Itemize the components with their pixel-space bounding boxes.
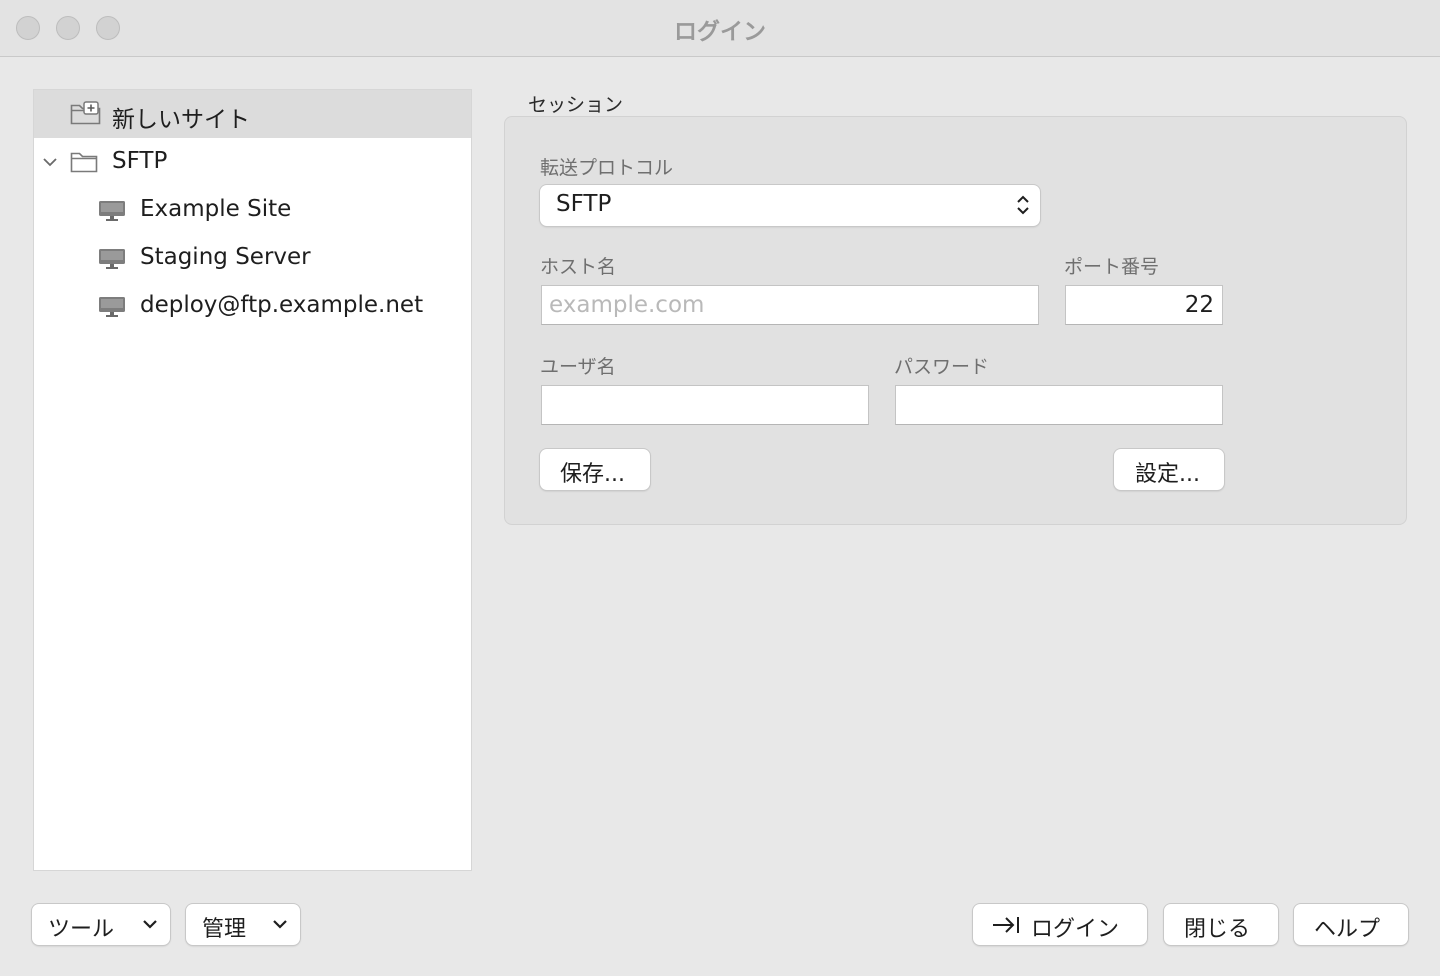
tree-item-site[interactable]: Example Site bbox=[34, 186, 471, 234]
port-label: ポート番号 bbox=[1064, 256, 1160, 278]
save-button-label: 保存... bbox=[560, 462, 625, 487]
password-input[interactable] bbox=[895, 385, 1223, 425]
port-value: 22 bbox=[1184, 292, 1214, 318]
select-arrows-icon bbox=[1017, 195, 1029, 215]
computer-icon bbox=[99, 249, 125, 269]
settings-button[interactable]: 設定... bbox=[1114, 449, 1224, 490]
save-button[interactable]: 保存... bbox=[540, 449, 650, 490]
username-input[interactable] bbox=[541, 385, 869, 425]
tools-button-label: ツール bbox=[48, 917, 115, 942]
site-tree[interactable]: 新しいサイト SFTP Example Site Staging Server … bbox=[33, 89, 472, 871]
manage-button-label: 管理 bbox=[202, 917, 247, 942]
session-group-title: セッション bbox=[528, 94, 624, 116]
chevron-down-icon bbox=[273, 920, 287, 929]
chevron-down-icon bbox=[143, 920, 157, 929]
protocol-select-value: SFTP bbox=[556, 191, 612, 217]
login-button-label: ログイン bbox=[1031, 917, 1120, 942]
manage-menu-button[interactable]: 管理 bbox=[186, 904, 300, 945]
help-button[interactable]: ヘルプ bbox=[1294, 904, 1408, 945]
tree-label-site: Example Site bbox=[140, 196, 292, 222]
help-button-label: ヘルプ bbox=[1314, 917, 1381, 942]
tools-menu-button[interactable]: ツール bbox=[32, 904, 170, 945]
password-label: パスワード bbox=[894, 356, 990, 378]
new-site-folder-icon bbox=[70, 101, 101, 125]
computer-icon bbox=[99, 297, 125, 317]
tree-label-site: deploy@ftp.example.net bbox=[140, 292, 424, 318]
arrow-right-to-bar-icon bbox=[993, 917, 1019, 933]
tree-item-site[interactable]: Staging Server bbox=[34, 234, 471, 282]
tree-label-sftp: SFTP bbox=[112, 148, 168, 174]
computer-icon bbox=[99, 201, 125, 221]
username-label: ユーザ名 bbox=[540, 356, 616, 378]
close-button[interactable]: 閉じる bbox=[1164, 904, 1278, 945]
host-label: ホスト名 bbox=[540, 256, 617, 278]
title-bar: ログイン bbox=[0, 0, 1440, 57]
close-button-label: 閉じる bbox=[1184, 917, 1251, 942]
tree-label-new-site: 新しいサイト bbox=[112, 107, 250, 133]
tree-item-new-site[interactable]: 新しいサイト bbox=[34, 90, 471, 138]
tree-label-site: Staging Server bbox=[140, 244, 311, 270]
tree-item-sftp-folder[interactable]: SFTP bbox=[34, 138, 471, 186]
host-input[interactable]: example.com bbox=[541, 285, 1039, 325]
host-placeholder: example.com bbox=[549, 292, 705, 318]
chevron-down-icon[interactable] bbox=[42, 157, 58, 169]
protocol-label: 転送プロトコル bbox=[540, 157, 674, 179]
login-window: ログイン 新しいサイト SFTP Example Site Staging Se… bbox=[0, 0, 1440, 976]
port-input[interactable]: 22 bbox=[1065, 285, 1223, 325]
window-title: ログイン bbox=[674, 19, 766, 45]
settings-button-label: 設定... bbox=[1135, 462, 1200, 487]
login-button[interactable]: ログイン bbox=[973, 904, 1147, 945]
protocol-select[interactable]: SFTP bbox=[540, 185, 1040, 226]
tree-item-site[interactable]: deploy@ftp.example.net bbox=[34, 282, 471, 330]
folder-icon bbox=[70, 152, 98, 173]
